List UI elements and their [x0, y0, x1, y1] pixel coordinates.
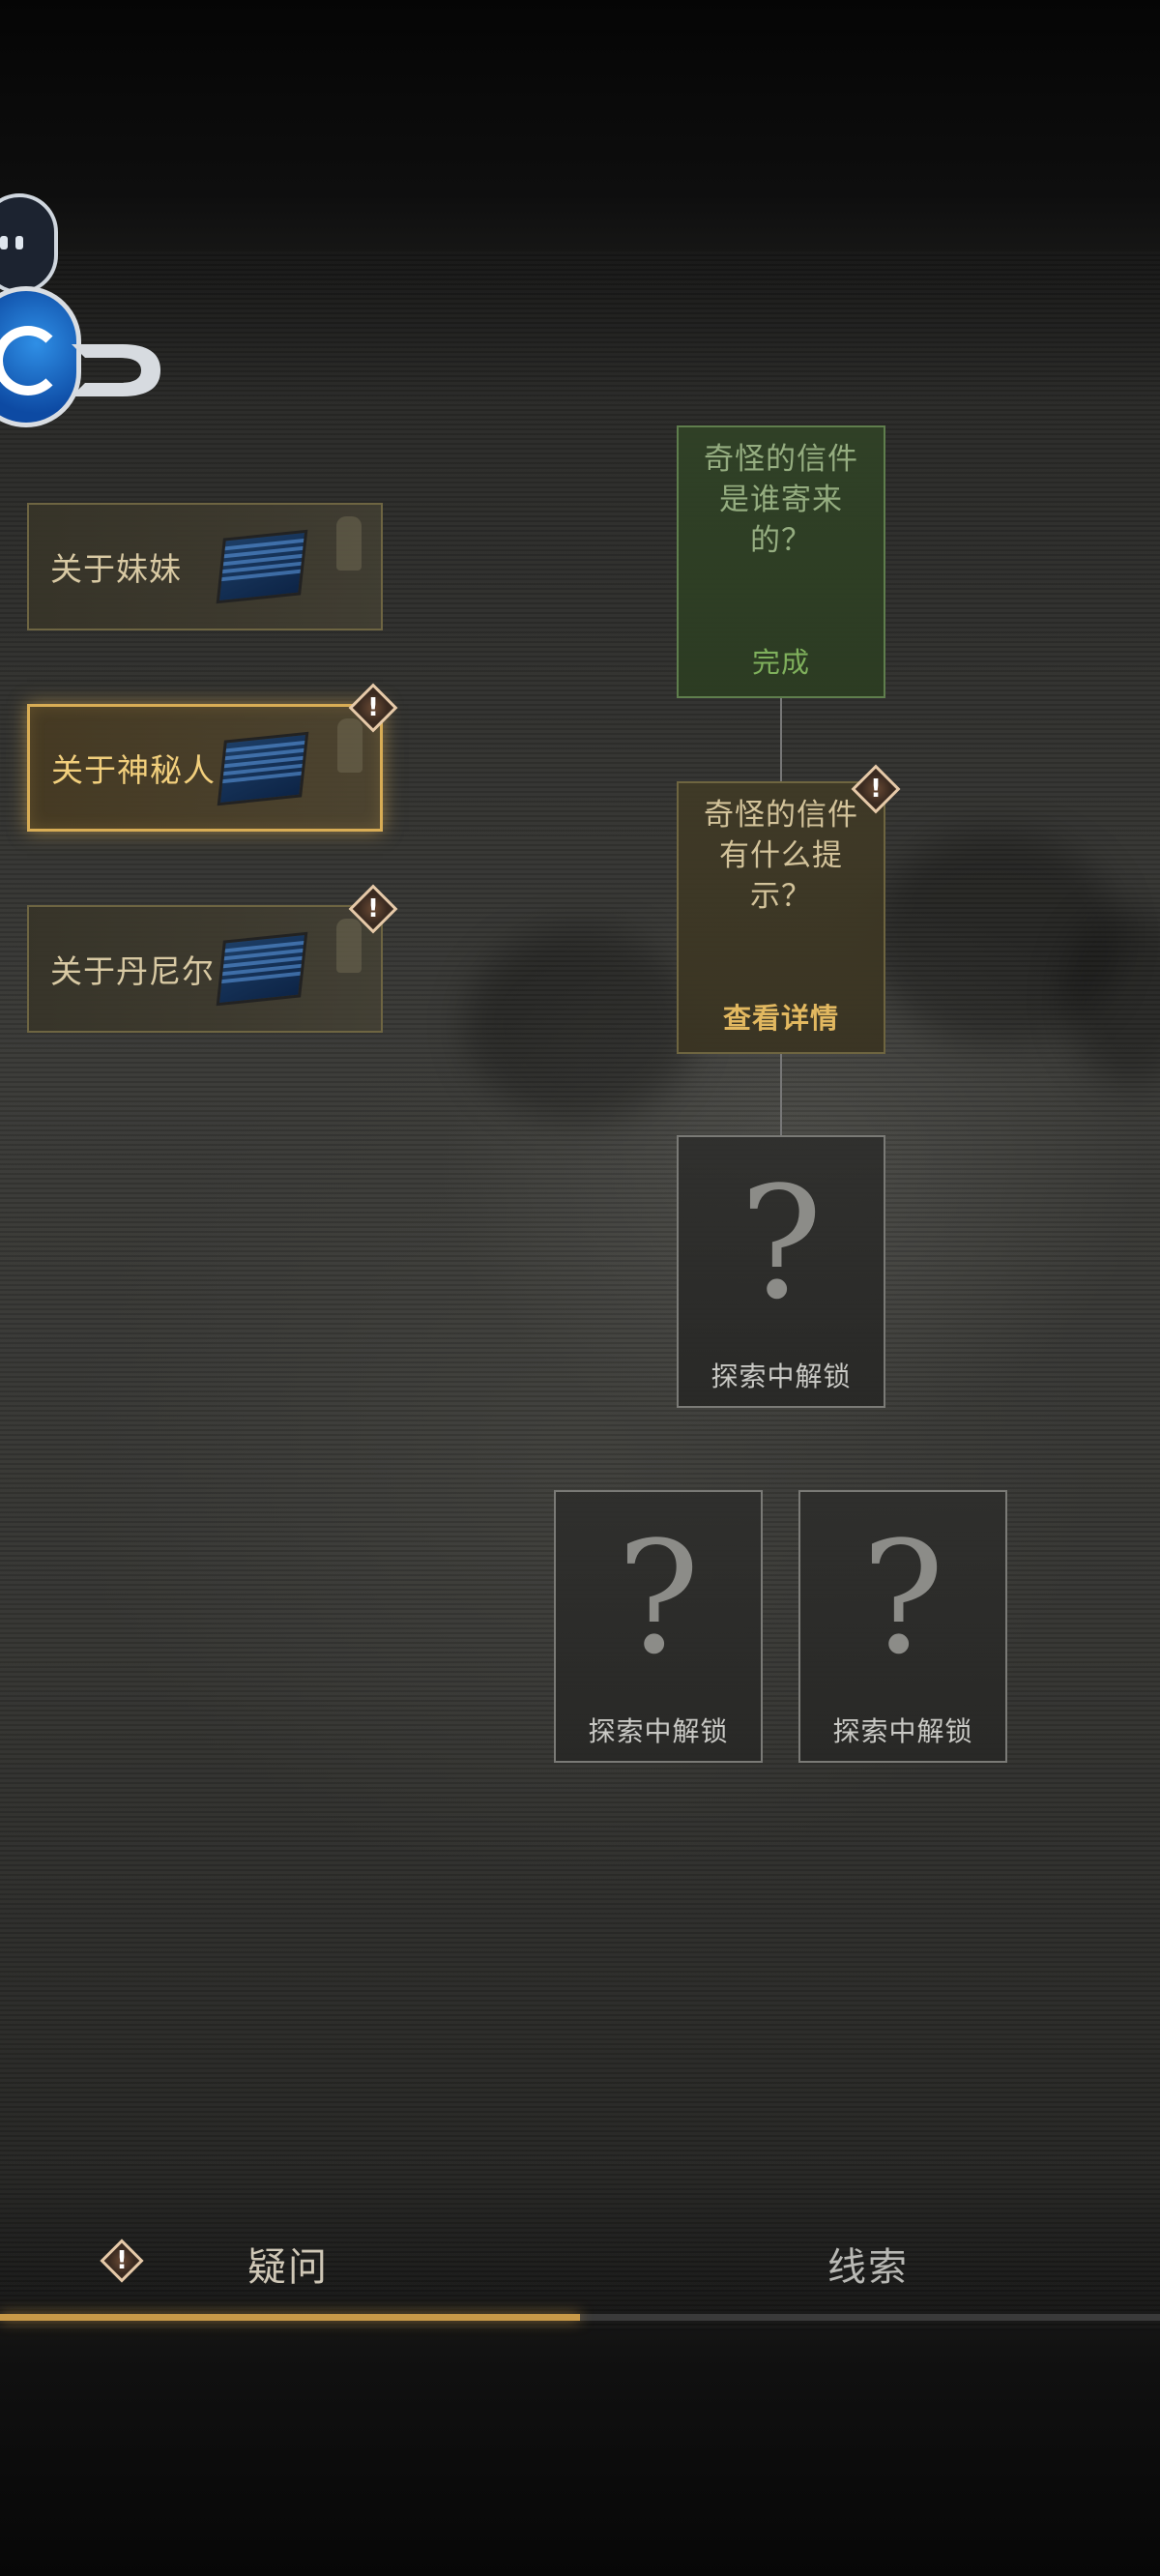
question-status: 探索中解锁	[588, 1715, 729, 1747]
category-card-sister[interactable]: 关于妹妹	[27, 503, 383, 630]
question-title: 奇怪的信件是谁寄来的？	[704, 442, 858, 558]
view-details-link[interactable]: 查看详情	[679, 996, 884, 1037]
question-mark-icon: ?	[861, 1508, 944, 1688]
lamp-icon	[337, 718, 362, 773]
background-smudge	[464, 928, 696, 1122]
laptop-icon	[216, 529, 308, 604]
question-status: 探索中解锁	[832, 1715, 973, 1747]
tab-clues[interactable]: 线索	[827, 2236, 909, 2292]
bubble-icon[interactable]	[0, 193, 58, 294]
question-status: 探索中解锁	[710, 1361, 852, 1392]
category-label: 关于丹尼尔	[50, 952, 215, 990]
tab-indicator-active	[0, 2314, 580, 2321]
category-card-mysterious-person[interactable]: 关于神秘人	[27, 704, 383, 832]
lamp-icon	[336, 919, 362, 973]
connector-line	[780, 698, 782, 781]
question-card-locked[interactable]: ? 探索中解锁	[798, 1490, 1007, 1763]
question-card-letter-sender[interactable]: 奇怪的信件是谁寄来的？ 完成	[677, 425, 885, 698]
logo-mark-icon	[72, 344, 160, 396]
question-status: 完成	[751, 646, 810, 679]
question-card-letter-hint[interactable]: 奇怪的信件有什么提示？ 查看详情	[677, 781, 885, 1054]
laptop-icon	[217, 731, 309, 806]
connector-line	[780, 1054, 782, 1135]
lamp-icon	[336, 516, 362, 571]
question-mark-icon: ?	[740, 1153, 823, 1333]
tab-bar: 疑问 线索	[0, 2214, 1160, 2321]
question-card-locked[interactable]: ? 探索中解锁	[554, 1490, 763, 1763]
category-card-daniel[interactable]: 关于丹尼尔	[27, 905, 383, 1033]
laptop-icon	[216, 931, 308, 1007]
tab-questions[interactable]: 疑问	[247, 2236, 329, 2292]
question-card-locked[interactable]: ? 探索中解锁	[677, 1135, 885, 1408]
background-scene	[0, 0, 1160, 2576]
question-mark-icon: ?	[617, 1508, 700, 1688]
question-title: 奇怪的信件有什么提示？	[704, 798, 858, 914]
category-label: 关于神秘人	[51, 751, 216, 789]
category-label: 关于妹妹	[50, 550, 182, 588]
alert-diamond-icon	[100, 2239, 144, 2283]
